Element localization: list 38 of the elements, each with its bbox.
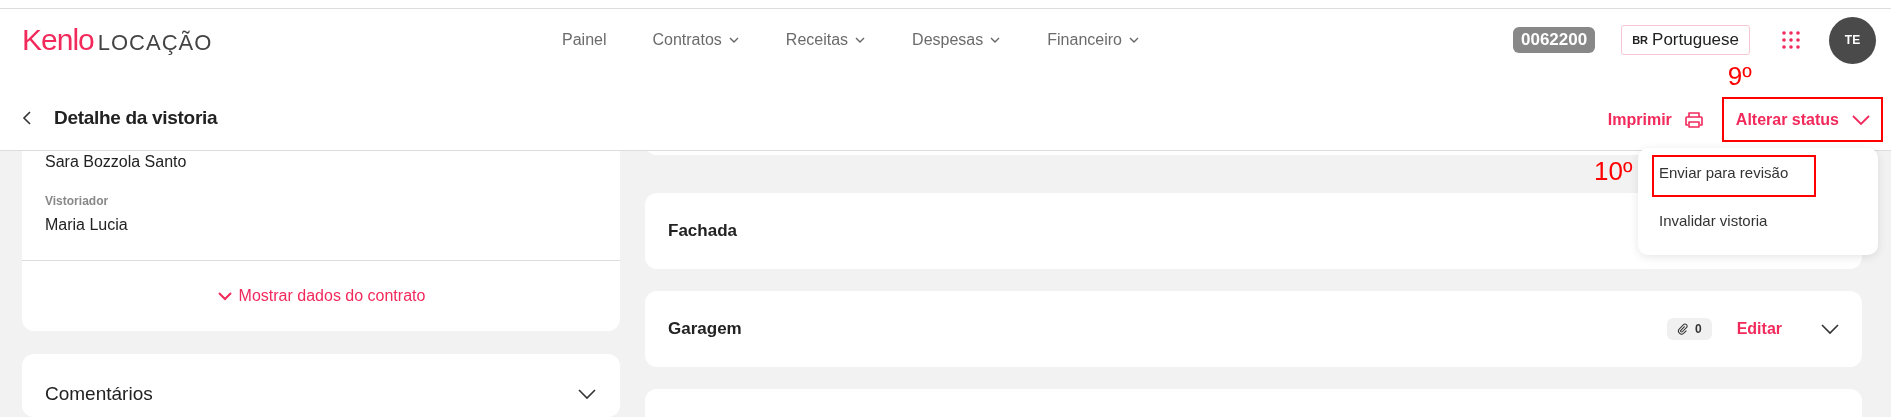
nav-menu-item[interactable]: Despesas	[912, 31, 1002, 49]
print-button[interactable]: Imprimir	[1607, 111, 1704, 129]
chevron-icon[interactable]	[1820, 323, 1840, 335]
menu-item[interactable]: Enviar para revisão	[1659, 163, 1789, 181]
kenlo-logo[interactable]: Kenlo LOCAÇÃO	[22, 23, 213, 57]
status-dropdown-button[interactable]: Alterar status	[1723, 111, 1877, 129]
show-contract-link[interactable]: Mostrar dados do contrato	[216, 287, 426, 305]
apps-grid-icon[interactable]	[1782, 31, 1800, 49]
field-value: Sara Bozzola Santo	[45, 152, 188, 172]
field-value: Maria Lucia	[45, 215, 129, 235]
caret-icon	[727, 36, 740, 44]
caret-icon	[216, 291, 233, 301]
room-name: Fachada	[668, 221, 737, 241]
back-icon[interactable]	[22, 110, 32, 126]
nav-menu-item[interactable]: Financeiro	[1047, 31, 1140, 49]
caret-icon	[1851, 114, 1871, 126]
paperclip-icon	[1676, 323, 1689, 335]
field-label: Vistoriador	[45, 193, 110, 209]
caret-icon	[854, 36, 867, 44]
nav-menu-item[interactable]: Receitas	[785, 31, 867, 49]
room-card[interactable]: Garagem 0 Editar	[645, 291, 1862, 367]
page-title: Detalhe da vistoria	[54, 107, 218, 129]
step-annotation: 9º	[1727, 61, 1752, 92]
menu-item[interactable]: Invalidar vistoria	[1659, 211, 1768, 229]
language-selector[interactable]: BR Portuguese	[1621, 25, 1750, 55]
printer-icon	[1683, 111, 1704, 129]
edit-link[interactable]: Editar	[1736, 320, 1782, 338]
caret-icon	[1127, 36, 1140, 44]
caret-icon	[989, 36, 1002, 44]
nav-menu-item[interactable]: Contratos	[652, 31, 740, 49]
account-code-badge: 0062200	[1512, 27, 1596, 53]
chevron-icon[interactable]	[577, 388, 597, 400]
room-name: Garagem	[668, 319, 742, 339]
step-annotation: 10º	[1594, 156, 1633, 187]
nav-menu-item[interactable]: Painel	[562, 31, 607, 49]
section-title: Comentários	[45, 382, 153, 406]
user-avatar[interactable]: TE	[1829, 16, 1876, 64]
attachment-count-badge: 0	[1666, 318, 1712, 340]
